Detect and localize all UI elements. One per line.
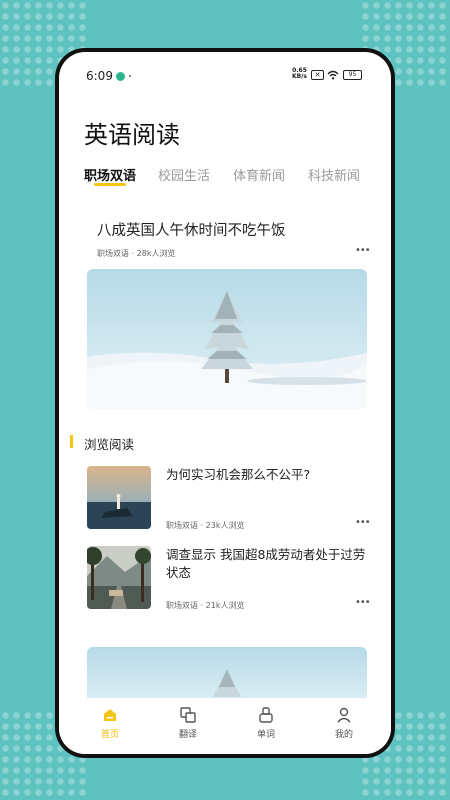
bottom-navigation: 首页 翻译 单词 我的 — [59, 698, 391, 754]
featured-meta: 职场双语 · 28k人浏览 — [97, 249, 176, 258]
section-accent-bar — [70, 435, 73, 448]
list-item-title[interactable]: 为何实习机会那么不公平? — [166, 466, 366, 484]
phone-frame: 6:09 0.65 KB/s ✕ 95 英语阅读 职场双语 校园生活 体育新闻 … — [55, 48, 395, 758]
status-time: 6:09 — [86, 69, 113, 83]
sim-icon: ✕ — [311, 70, 324, 80]
snowy-tree-image[interactable] — [87, 647, 367, 703]
home-icon — [90, 706, 130, 724]
section-title: 浏览阅读 — [84, 437, 135, 452]
list-item-meta: 职场双语 · 21k人浏览 — [166, 601, 245, 610]
tab-tech[interactable]: 科技新闻 — [308, 165, 360, 184]
seaside-person-image[interactable] — [87, 466, 151, 529]
featured-article-title[interactable]: 八成英国人午休时间不吃午饭 — [97, 219, 286, 240]
list-item-title[interactable]: 调查显示 我国超8成劳动者处于过劳状态 — [166, 546, 366, 582]
shield-icon — [116, 72, 125, 81]
nav-home[interactable]: 首页 — [90, 706, 130, 740]
app-screen: 6:09 0.65 KB/s ✕ 95 英语阅读 职场双语 校园生活 体育新闻 … — [59, 52, 391, 754]
profile-icon — [324, 706, 364, 724]
nav-words[interactable]: 单词 — [246, 706, 286, 740]
tab-campus[interactable]: 校园生活 — [158, 165, 210, 184]
tab-sports[interactable]: 体育新闻 — [233, 165, 285, 184]
net-speed: 0.65 KB/s — [292, 67, 307, 80]
translate-icon — [168, 706, 208, 724]
active-tab-indicator — [94, 183, 126, 186]
snowy-tree-image[interactable] — [87, 269, 367, 409]
words-icon — [246, 706, 286, 724]
more-icon[interactable]: ••• — [355, 245, 371, 256]
nav-translate[interactable]: 翻译 — [168, 706, 208, 740]
category-tabs: 职场双语 校园生活 体育新闻 科技新闻 — [84, 165, 374, 195]
tab-workplace[interactable]: 职场双语 — [84, 165, 136, 184]
page-title: 英语阅读 — [84, 121, 180, 149]
notification-dot-icon — [129, 75, 131, 77]
more-icon[interactable]: ••• — [355, 517, 371, 528]
battery-icon: 95 — [343, 70, 362, 80]
road-trip-image[interactable] — [87, 546, 151, 609]
more-icon[interactable]: ••• — [355, 597, 371, 608]
wifi-icon — [327, 70, 339, 80]
status-bar: 6:09 0.65 KB/s ✕ 95 — [59, 66, 391, 86]
list-item-meta: 职场双语 · 23k人浏览 — [166, 521, 245, 530]
nav-profile[interactable]: 我的 — [324, 706, 364, 740]
